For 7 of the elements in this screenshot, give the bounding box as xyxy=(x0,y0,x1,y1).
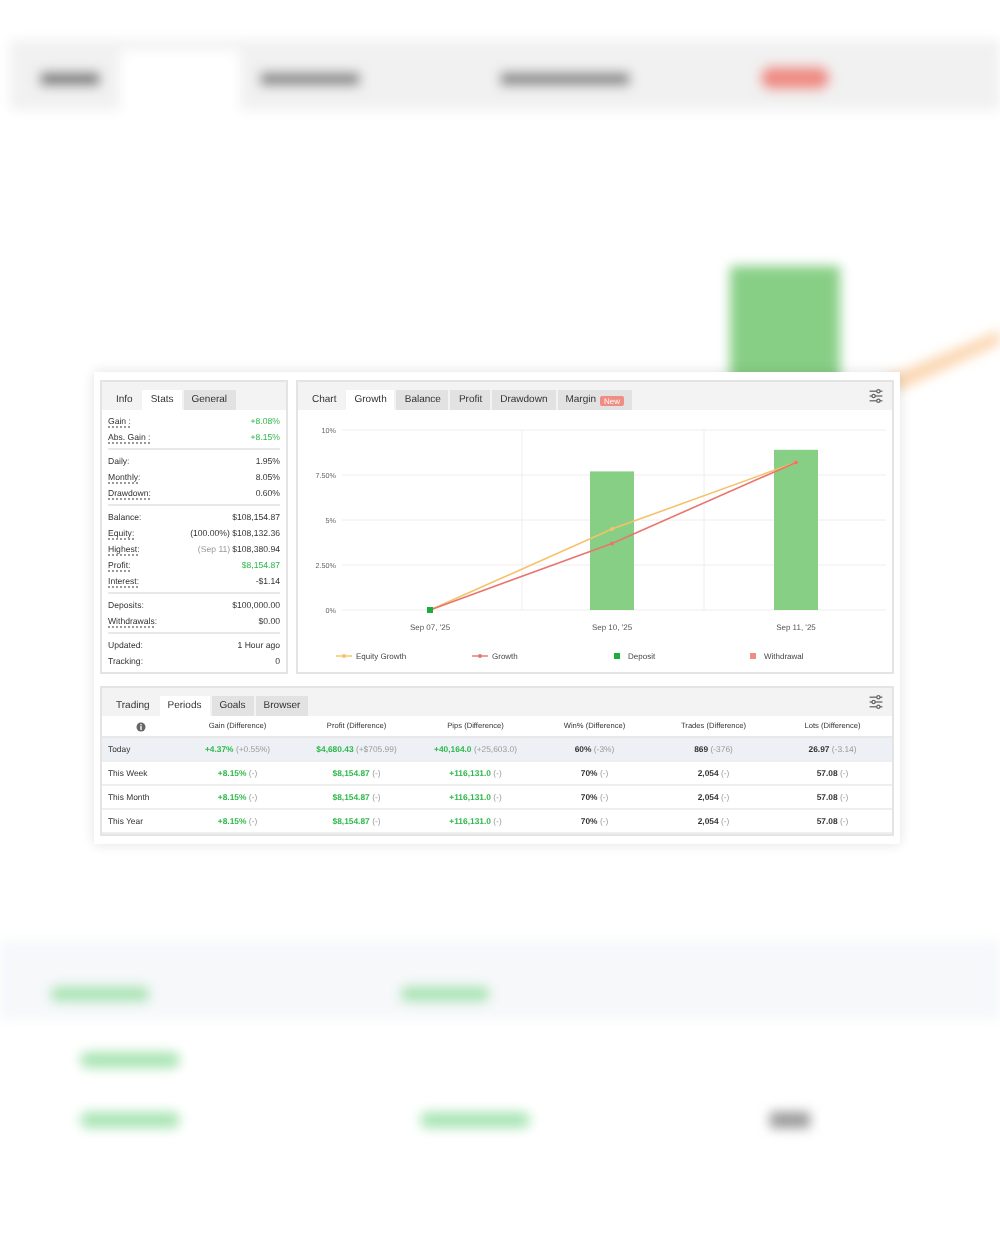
info-icon xyxy=(135,721,145,731)
settings-icon[interactable] xyxy=(868,388,884,404)
settings-icon[interactable] xyxy=(868,694,884,710)
legend-line-icon xyxy=(471,654,489,658)
legend-line-icon xyxy=(335,654,353,658)
chart-bar xyxy=(590,471,634,610)
chart-point xyxy=(427,607,433,613)
